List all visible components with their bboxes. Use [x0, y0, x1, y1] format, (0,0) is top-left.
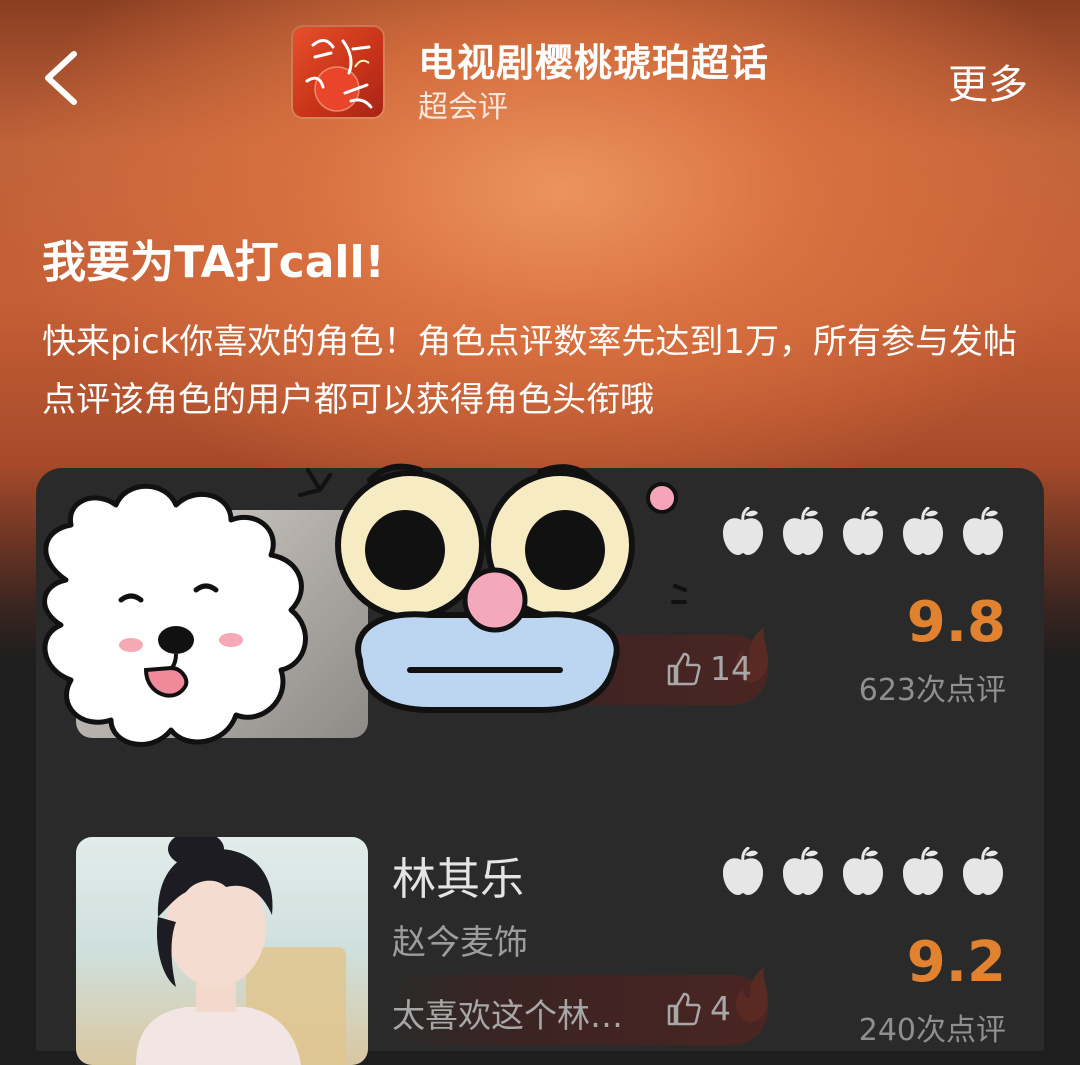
apple-icon: [843, 847, 883, 895]
call-description: 快来pick你喜欢的角色！角色点评数率先达到1万，所有参与发帖点评该角色的用户都…: [42, 322, 1018, 420]
clown-face-sticker: [298, 463, 687, 713]
apple-rating: [720, 507, 1010, 557]
top-comment-text: 太喜欢这个林…: [392, 996, 623, 1035]
topic-logo[interactable]: [293, 27, 383, 117]
more-button[interactable]: 更多: [948, 52, 1028, 110]
like-count: 14: [710, 649, 752, 688]
apple-icon: [783, 847, 823, 895]
flame-icon: [735, 967, 768, 1023]
character-avatar[interactable]: [76, 837, 368, 1065]
call-heading: 我要为TA打call!: [42, 237, 385, 288]
character-actor: 赵今麦饰: [392, 923, 528, 963]
review-count: 623次点评: [858, 673, 1006, 708]
review-count: 240次点评: [858, 1013, 1006, 1048]
like-count: 4: [710, 989, 731, 1028]
apple-icon: [783, 507, 823, 555]
apple-icon: [723, 847, 763, 895]
apple-icon: [903, 507, 943, 555]
apple-icon: [963, 847, 1003, 895]
back-arrow-icon[interactable]: [40, 48, 90, 108]
thumbs-up-icon[interactable]: [666, 991, 702, 1027]
portrait-photo: [136, 837, 346, 1065]
apple-icon: [723, 507, 763, 555]
character-row[interactable]: 林其乐 赵今麦饰 太喜欢这个林… 4 9.2 240次点评: [0, 835, 1080, 1065]
top-bar: 电视剧樱桃琥珀超话 超会评 更多: [0, 0, 1080, 140]
apple-rating: [720, 847, 1010, 897]
character-name: 林其乐: [392, 854, 524, 905]
top-comment-pill[interactable]: 太喜欢这个林… 4: [384, 967, 768, 1045]
apple-icon: [843, 507, 883, 555]
apple-icon: [963, 507, 1003, 555]
character-score: 9.2: [906, 930, 1006, 995]
topic-subtitle: 超会评: [418, 90, 508, 125]
apple-icon: [903, 847, 943, 895]
character-score: 9.8: [906, 590, 1006, 655]
logo-artwork: [305, 39, 373, 112]
topic-title: 电视剧樱桃琥珀超话: [418, 41, 770, 85]
